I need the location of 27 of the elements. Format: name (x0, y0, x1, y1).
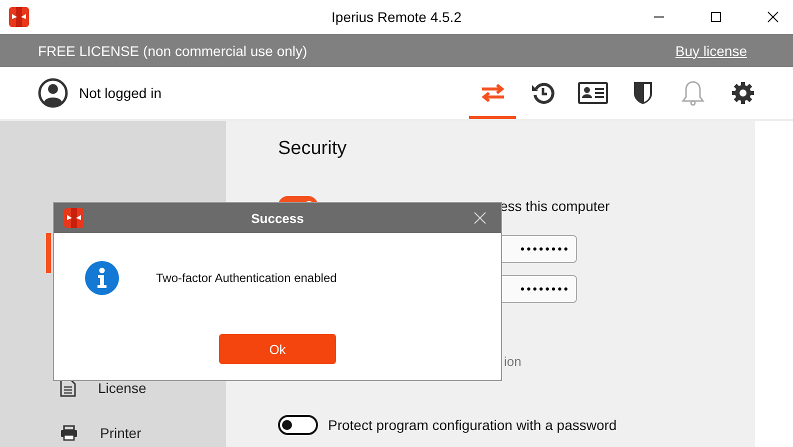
section-title: Security (278, 138, 347, 160)
bell-icon (680, 80, 704, 106)
swap-arrows-icon (480, 83, 506, 103)
document-icon (60, 379, 76, 397)
license-text: FREE LICENSE (non commercial use only) (38, 42, 308, 58)
window-title: Iperius Remote 4.5.2 (332, 9, 462, 25)
option-label: Protect program configuration with a password (328, 417, 617, 433)
contact-card-icon (578, 82, 608, 104)
shield-icon (632, 81, 652, 105)
info-icon (85, 261, 119, 295)
printer-icon (60, 425, 78, 441)
user-avatar-icon (38, 78, 68, 108)
close-icon[interactable] (767, 11, 779, 23)
toggle-switch[interactable] (278, 415, 318, 435)
dialog-message: Two-factor Authentication enabled (156, 271, 337, 285)
settings-icon (730, 81, 754, 105)
login-status: Not logged in (79, 85, 162, 101)
ok-button[interactable]: Ok (219, 334, 336, 364)
sidebar-item[interactable]: License (0, 377, 226, 399)
history-icon (530, 81, 554, 105)
app-logo-icon (9, 7, 29, 27)
app-logo-icon (64, 208, 84, 228)
buy-license-link[interactable]: Buy license (675, 42, 747, 58)
dialog-title: Success (251, 210, 304, 226)
sidebar-item[interactable]: Printer (0, 422, 226, 444)
maximize-icon[interactable] (710, 11, 722, 23)
option-label: ion (504, 354, 522, 369)
